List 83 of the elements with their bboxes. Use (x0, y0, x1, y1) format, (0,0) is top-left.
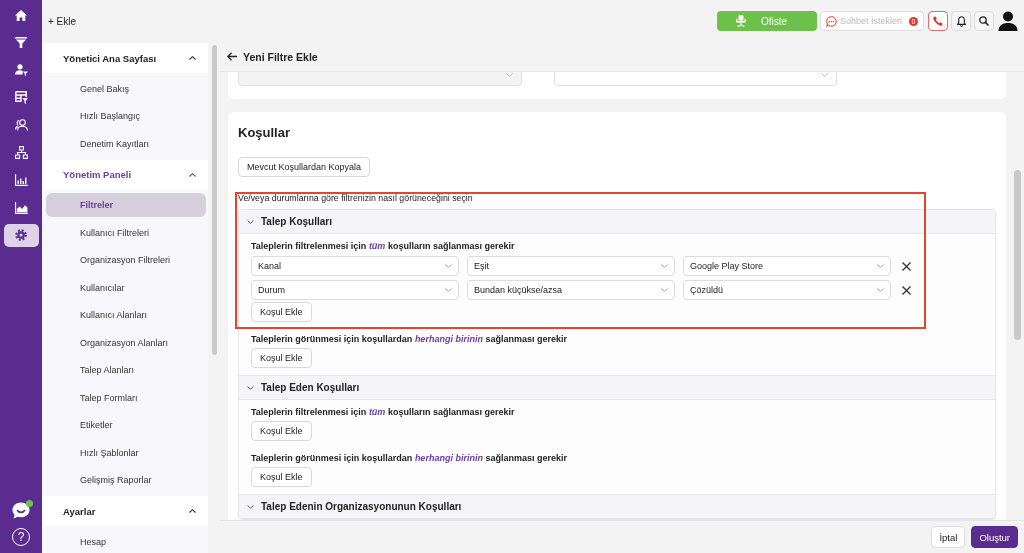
operator-select[interactable]: Eşit (467, 256, 675, 276)
accordion-header[interactable]: Talep Eden Koşulları (239, 376, 995, 400)
user-funnel-icon (14, 64, 28, 76)
sidebar-item[interactable]: Organizasyon Filtreleri (46, 248, 206, 273)
chevron-down-icon (247, 504, 254, 509)
avatar-icon[interactable] (998, 11, 1018, 31)
sidebar-item[interactable]: Talep Formları (46, 385, 206, 410)
chair-icon (734, 15, 747, 27)
users-icon (14, 119, 28, 131)
add-button[interactable]: + Ekle (48, 15, 77, 27)
chevron-down-icon (661, 288, 668, 292)
sidebar-item[interactable]: Hesap (46, 529, 206, 553)
bar-chart-icon (14, 174, 28, 186)
rule-label: Taleplerin filtrelenmesi için tüm koşulların sağlanması gerekir (251, 406, 515, 418)
remove-button[interactable] (902, 285, 911, 295)
add-condition-button[interactable]: Koşul Ekle (251, 467, 312, 487)
sidebar-item[interactable]: Hızlı Şablonlar (46, 440, 206, 465)
sidebar-item[interactable]: Hızlı Başlangıç (46, 104, 206, 129)
chevron-down-icon (247, 385, 254, 390)
chat-bubble-icon (826, 15, 837, 27)
bell-icon (956, 15, 966, 27)
sidebar-item[interactable]: Gelişmiş Raporlar (46, 468, 206, 493)
sidebar-section-header[interactable]: Yönetici Ana Sayfası (42, 43, 208, 73)
chevron-up-icon (189, 509, 196, 513)
remove-button[interactable] (902, 261, 911, 271)
chevron-down-icon (877, 288, 884, 292)
close-icon (902, 261, 911, 271)
rule-label: Taleplerin filtrelenmesi için tüm koşulların sağlanması gerekir (251, 240, 515, 252)
nav-button[interactable] (3, 223, 39, 247)
chevron-down-icon (445, 288, 452, 292)
add-condition-button[interactable]: Koşul Ekle (251, 421, 312, 441)
sidebar-section-header[interactable]: Ayarlar (42, 496, 208, 526)
gear-icon (15, 229, 27, 241)
accordion-header[interactable]: Talep Edenin Organizasyonunun Koşulları (239, 495, 995, 519)
sidebar-item[interactable]: Organizasyon Alanları (46, 330, 206, 355)
chevron-down-icon (506, 73, 513, 77)
search-icon (979, 16, 989, 26)
rule-label: Taleplerin görünmesi için koşullardan herhangi birinin sağlanması gerekir (251, 452, 567, 464)
search-button[interactable] (974, 11, 994, 31)
page-title: Yeni Filtre Ekle (243, 50, 318, 63)
hierarchy-icon (14, 146, 28, 159)
sidebar-item[interactable]: Kullanıcı Alanları (46, 303, 206, 328)
add-condition-button[interactable]: Koşul Ekle (251, 348, 312, 368)
value-select[interactable]: Google Play Store (683, 256, 891, 276)
field-select[interactable]: Kanal (251, 256, 459, 276)
home-icon (15, 9, 27, 21)
chevron-up-icon (189, 172, 196, 177)
scrollbar[interactable] (212, 45, 217, 355)
create-button[interactable]: Oluştur (971, 526, 1018, 548)
accordion-header[interactable]: Talep Koşulları (239, 210, 995, 234)
phone-icon (933, 16, 943, 26)
area-chart-icon (14, 201, 28, 214)
sidebar-item[interactable]: Talep Alanları (46, 358, 206, 383)
table-funnel-icon (14, 91, 28, 104)
chevron-down-icon (821, 73, 828, 77)
chevron-down-icon (877, 264, 884, 268)
value-select[interactable]: Çözüldü (683, 280, 891, 300)
sidebar-section-header[interactable]: Yönetim Paneli (42, 159, 208, 190)
back-arrow-icon[interactable] (227, 52, 237, 61)
chat-icon[interactable] (12, 502, 30, 519)
cancel-button[interactable]: İptal (931, 526, 966, 548)
sidebar-item[interactable]: Kullanıcılar (46, 275, 206, 300)
scrollbar[interactable] (1014, 170, 1021, 340)
section-title: Koşullar (238, 126, 291, 140)
chevron-down-icon (247, 219, 254, 224)
chevron-down-icon (445, 264, 452, 268)
sidebar-item[interactable]: Kullanıcı Filtreleri (46, 220, 206, 245)
field-select[interactable]: Durum (251, 280, 459, 300)
phone-button[interactable] (928, 11, 948, 31)
funnel-icon (15, 37, 27, 48)
bell-button[interactable] (951, 11, 971, 31)
chevron-down-icon (661, 264, 668, 268)
description-text: Ve/veya durumlarına göre filtrenizin nasıl görüneceğini seçin (238, 192, 474, 204)
sidebar-item[interactable]: Denetim Kayıtları (46, 131, 206, 156)
close-icon (902, 285, 911, 295)
sidebar-item[interactable]: Filtreler (46, 193, 206, 218)
add-condition-button[interactable]: Koşul Ekle (251, 302, 312, 322)
sidebar-item[interactable]: Etiketler (46, 413, 206, 438)
sidebar-item[interactable]: Genel Bakış (46, 76, 206, 101)
operator-select[interactable]: Bundan küçükse/azsa (467, 280, 675, 300)
copy-conditions-button[interactable]: Mevcut Koşullardan Kopyala (238, 157, 371, 177)
chevron-up-icon (189, 56, 196, 60)
rule-label: Taleplerin görünmesi için koşullardan herhangi birinin sağlanması gerekir (251, 333, 567, 345)
